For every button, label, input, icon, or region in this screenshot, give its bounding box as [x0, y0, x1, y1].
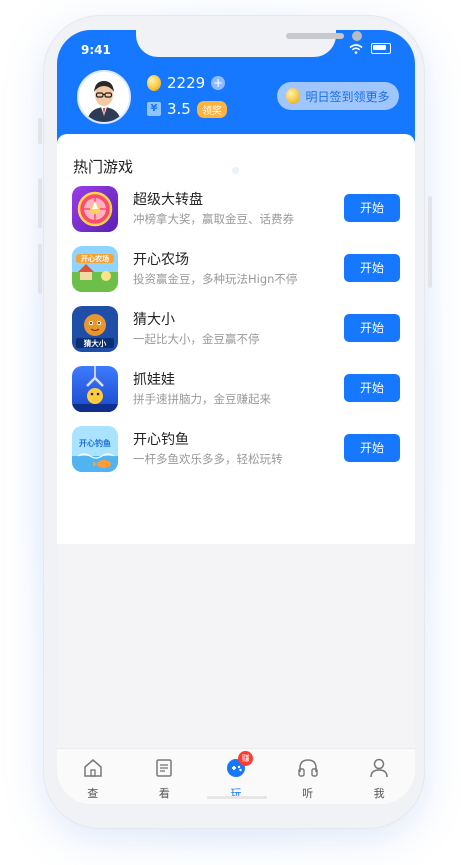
- money-balance: ¥ 3.5 领奖: [147, 100, 227, 118]
- start-button[interactable]: 开始: [344, 254, 400, 282]
- tab-label: 我: [373, 787, 385, 800]
- game-name: 开心钓鱼: [133, 432, 189, 448]
- decorative-dot: [232, 167, 239, 174]
- avatar[interactable]: [77, 70, 131, 124]
- game-name: 开心农场: [133, 252, 189, 268]
- gold-bean-icon: [286, 88, 301, 104]
- front-camera: [352, 31, 362, 41]
- add-coins-icon[interactable]: +: [211, 76, 226, 90]
- headphones-icon: [297, 759, 318, 777]
- tab-label: 看: [158, 787, 170, 800]
- farm-icon-text: 开心农场: [81, 254, 109, 263]
- mute-switch: [38, 118, 42, 144]
- game-description: 投资赢金豆，多种玩法Hign不停: [133, 272, 298, 286]
- game-description: 冲榜拿大奖，赢取金豆、话费券: [133, 212, 294, 226]
- game-item-fishing[interactable]: 开心钓鱼 开心钓鱼 一杆多鱼欢乐多多，轻松玩转 开始: [72, 426, 402, 476]
- status-time: 9:41: [81, 43, 111, 57]
- coin-count: 2229: [167, 74, 206, 92]
- volume-up-button: [38, 178, 42, 228]
- claw-game-icon: [72, 366, 118, 412]
- fishing-game-icon: 开心钓鱼: [72, 426, 118, 472]
- profile-header: 9:41 2229 + ¥ 3.5 领奖 明日签到领更多: [57, 30, 415, 148]
- user-icon: [370, 758, 388, 778]
- home-indicator: [207, 796, 267, 799]
- volume-down-button: [38, 244, 42, 294]
- farm-game-icon: 开心农场: [72, 246, 118, 292]
- claim-reward-button[interactable]: 领奖: [196, 100, 227, 118]
- game-item-dice[interactable]: 猜大小 猜大小 一起比大小，金豆赢不停 开始: [72, 306, 402, 356]
- money-amount: 3.5: [167, 100, 191, 118]
- power-button: [428, 196, 432, 288]
- dice-game-icon: 猜大小: [72, 306, 118, 352]
- tab-label: 查: [87, 787, 99, 800]
- app-screen: 9:41 2229 + ¥ 3.5 领奖 明日签到领更多 热门游戏 超级大转盘 …: [57, 30, 415, 804]
- game-item-claw[interactable]: 抓娃娃 拼手速拼脑力，金豆赚起来 开始: [72, 366, 402, 416]
- section-title: 热门游戏: [73, 158, 134, 176]
- home-icon: [84, 759, 102, 777]
- game-description: 一起比大小，金豆赢不停: [133, 332, 260, 346]
- avatar-image: [79, 72, 129, 122]
- document-icon: [156, 759, 173, 777]
- battery-icon: [371, 43, 391, 54]
- phone-notch: [136, 30, 362, 57]
- start-button[interactable]: 开始: [344, 314, 400, 342]
- fishing-icon-text: 开心钓鱼: [79, 438, 111, 448]
- game-item-farm[interactable]: 开心农场 开心农场 投资赢金豆，多种玩法Hign不停 开始: [72, 246, 402, 296]
- signin-label: 明日签到领更多: [305, 89, 390, 104]
- start-button[interactable]: 开始: [344, 374, 400, 402]
- tab-me[interactable]: 我: [343, 749, 415, 804]
- tab-read[interactable]: 看: [129, 749, 201, 804]
- tab-label: 听: [302, 787, 314, 800]
- game-name: 超级大转盘: [133, 192, 203, 208]
- wallet-icon: ¥: [147, 102, 161, 116]
- dice-icon-text: 猜大小: [83, 338, 107, 348]
- wheel-game-icon: [72, 186, 118, 232]
- game-item-wheel[interactable]: 超级大转盘 冲榜拿大奖，赢取金豆、话费券 开始: [72, 186, 402, 236]
- tab-search[interactable]: 查: [57, 749, 129, 804]
- gold-bean-icon: [147, 75, 161, 91]
- speaker-grille: [286, 33, 344, 39]
- hot-games-card: 热门游戏 超级大转盘 冲榜拿大奖，赢取金豆、话费券 开始 开心农场 开心农场 投…: [57, 134, 415, 544]
- signin-button[interactable]: 明日签到领更多: [277, 82, 399, 110]
- start-button[interactable]: 开始: [344, 434, 400, 462]
- status-icons: [349, 43, 391, 54]
- game-name: 猜大小: [133, 312, 175, 328]
- wifi-icon: [349, 43, 363, 54]
- game-name: 抓娃娃: [133, 372, 175, 388]
- tab-listen[interactable]: 听: [272, 749, 344, 804]
- game-description: 拼手速拼脑力，金豆赚起来: [133, 392, 271, 406]
- start-button[interactable]: 开始: [344, 194, 400, 222]
- earn-badge: 赚: [238, 751, 254, 766]
- coin-balance: 2229 +: [147, 74, 226, 92]
- game-description: 一杆多鱼欢乐多多，轻松玩转: [133, 452, 283, 466]
